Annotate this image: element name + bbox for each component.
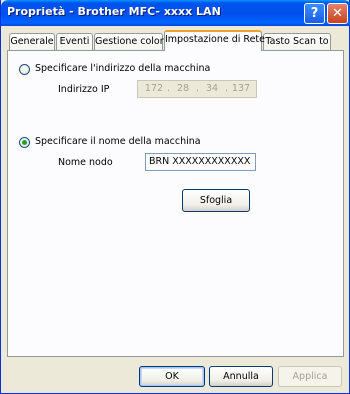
ip-octet-1: 172 [144,83,164,94]
help-button[interactable]: ? [304,3,325,24]
help-icon: ? [310,6,319,21]
radio-specify-name[interactable] [19,137,30,148]
close-button[interactable]: ✕ [327,3,348,24]
apply-button[interactable]: Applica [278,366,342,387]
properties-window: Proprietà - Brother MFC- xxxx LAN ? ✕ Ge… [0,0,350,394]
radio-selected-dot [22,140,27,145]
ip-octet-4: 137 [231,83,251,94]
radio-specify-name-label[interactable]: Specificare il nome della macchina [35,136,201,147]
radio-specify-ip-label[interactable]: Specificare l'indirizzo della macchina [35,63,210,74]
ip-separator: . [225,83,229,94]
ip-separator: . [167,83,171,94]
radio-specify-ip[interactable] [19,64,30,75]
window-title: Proprietà - Brother MFC- xxxx LAN [7,5,221,18]
browse-button[interactable]: Sfoglia [182,189,250,212]
ip-address-field: 172 . 28 . 34 . 137 [137,80,257,98]
cancel-button[interactable]: Annulla [209,366,273,387]
node-name-label: Nome nodo [58,157,113,168]
close-icon: ✕ [332,6,343,21]
ip-octet-3: 34 [205,83,219,94]
ok-button[interactable]: OK [139,366,205,387]
tab-eventi[interactable]: Eventi [56,33,93,50]
tab-impostazione-di-rete[interactable]: Impostazione di Rete [164,30,265,51]
ip-address-label: Indirizzo IP [58,84,110,95]
tab-panel-network: Specificare l'indirizzo della macchina I… [7,50,344,357]
tab-gestione-colori[interactable]: Gestione colori [94,33,166,50]
node-name-input[interactable]: BRN XXXXXXXXXXXX [145,153,256,171]
ip-separator: . [196,83,200,94]
tab-generale[interactable]: Generale [9,33,55,50]
tab-tasto-scan-to[interactable]: Tasto Scan to [263,33,331,50]
title-bar[interactable]: Proprietà - Brother MFC- xxxx LAN ? ✕ [1,0,350,26]
ip-octet-2: 28 [176,83,190,94]
